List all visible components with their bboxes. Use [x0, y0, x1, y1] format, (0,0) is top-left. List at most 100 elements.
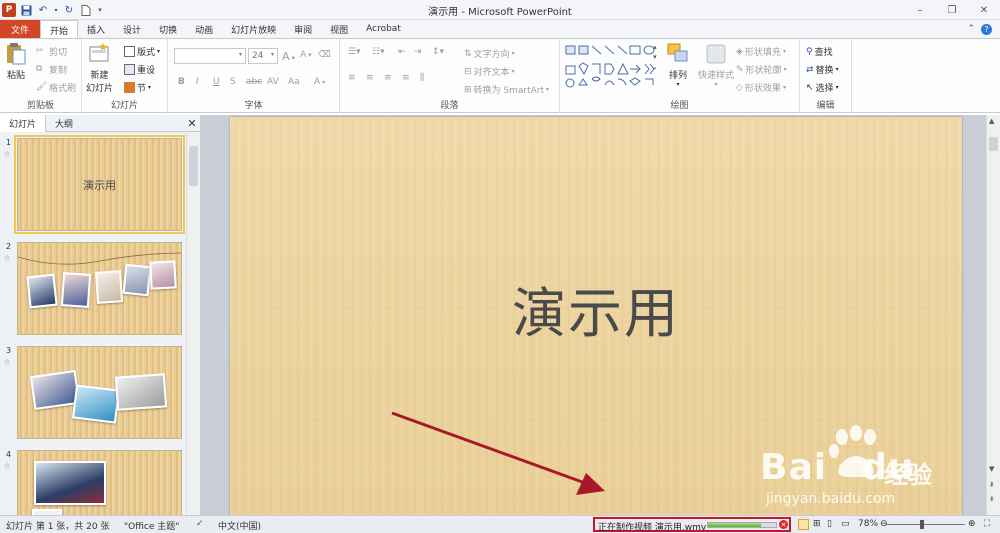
- zoom-slider-thumb[interactable]: [920, 520, 924, 529]
- layout-button[interactable]: 版式 ▾: [124, 45, 160, 58]
- close-button[interactable]: ✕: [968, 0, 1000, 20]
- align-center-icon[interactable]: ≡: [366, 73, 374, 83]
- tab-insert[interactable]: 插入: [78, 20, 114, 38]
- slideshow-view-icon[interactable]: ▭: [841, 519, 850, 529]
- align-text-icon: ⊟: [464, 66, 472, 77]
- text-direction-button[interactable]: ⇅ 文字方向 ▾: [464, 47, 515, 61]
- replace-button[interactable]: ⇄ 替换 ▾: [806, 63, 839, 77]
- close-pane-icon[interactable]: ✕: [184, 115, 200, 131]
- copy-button[interactable]: ⧉ 复制: [36, 63, 67, 76]
- tab-view[interactable]: 视图: [321, 20, 357, 38]
- font-color-button[interactable]: A ▾: [314, 77, 325, 87]
- clipboard-group: 粘贴 ✂ 剪切 ⧉ 复制 🖌 格式刷 剪贴板: [0, 39, 82, 113]
- tab-animations[interactable]: 动画: [186, 20, 222, 38]
- zoom-level[interactable]: 78%: [858, 519, 878, 529]
- underline-button[interactable]: U: [213, 77, 220, 87]
- scrollbar-thumb[interactable]: [989, 137, 998, 151]
- scroll-down-icon[interactable]: ▼: [989, 465, 994, 473]
- restore-button[interactable]: ❐: [936, 0, 968, 20]
- italic-button[interactable]: I: [196, 77, 199, 87]
- arrange-button[interactable]: 排列 ▾: [666, 42, 690, 88]
- new-slide-button[interactable]: 新建 幻灯片: [86, 42, 113, 94]
- shape-outline-button[interactable]: ✎ 形状轮廓 ▾: [736, 63, 787, 77]
- tab-review[interactable]: 审阅: [285, 20, 321, 38]
- shape-fill-button[interactable]: ◈ 形状填充 ▾: [736, 45, 786, 59]
- tab-outline[interactable]: 大纲: [46, 115, 82, 132]
- reading-view-icon[interactable]: ▯: [827, 519, 832, 529]
- cut-button[interactable]: ✂ 剪切: [36, 45, 67, 58]
- font-size-select[interactable]: 24 ▾: [248, 48, 278, 64]
- char-spacing-button[interactable]: AV: [267, 77, 279, 87]
- zoom-slider[interactable]: [885, 524, 965, 525]
- cancel-export-icon[interactable]: ✕: [779, 520, 788, 529]
- zoom-in-icon[interactable]: ⊕: [968, 519, 976, 529]
- find-button[interactable]: ⚲ 查找: [806, 45, 833, 59]
- align-text-button[interactable]: ⊟ 对齐文本 ▾: [464, 65, 515, 79]
- shadow-button[interactable]: S: [230, 77, 236, 87]
- align-left-icon[interactable]: ≡: [348, 73, 356, 83]
- select-button[interactable]: ↖ 选择 ▾: [806, 81, 839, 95]
- shapes-scroll[interactable]: ▴ ▾ ⌄: [652, 43, 658, 71]
- paste-icon: [7, 43, 26, 65]
- minimize-button[interactable]: –: [904, 0, 936, 20]
- slide-thumbnail-2[interactable]: [17, 242, 182, 335]
- format-painter-button[interactable]: 🖌 格式刷: [36, 81, 76, 94]
- fit-to-window-icon[interactable]: ⛶: [984, 519, 990, 529]
- bullets-icon[interactable]: ☰▾: [348, 47, 361, 57]
- slide-thumbnail-3[interactable]: [17, 346, 182, 439]
- quick-styles-button[interactable]: 快速样式 ▾: [698, 42, 734, 88]
- tab-home[interactable]: 开始: [40, 20, 79, 39]
- slide-title[interactable]: 演示用: [230, 269, 962, 348]
- pen-icon: ✎: [736, 64, 744, 75]
- photo-icon: [149, 260, 177, 290]
- scrollbar-thumb[interactable]: [189, 146, 198, 186]
- decrease-indent-icon[interactable]: ⇤: [398, 47, 406, 57]
- normal-view-icon[interactable]: [798, 519, 809, 530]
- align-right-icon[interactable]: ≡: [384, 73, 392, 83]
- tab-slides[interactable]: 幻灯片: [0, 115, 47, 132]
- shape-effects-button[interactable]: ◇ 形状效果 ▾: [736, 81, 786, 95]
- minimize-ribbon-icon[interactable]: ⌃: [967, 24, 975, 34]
- next-slide-icon[interactable]: ⇟: [989, 495, 995, 503]
- columns-icon[interactable]: ⫼: [420, 73, 424, 83]
- change-case-button[interactable]: Aa: [288, 77, 300, 87]
- shapes-gallery[interactable]: [564, 43, 660, 89]
- spellcheck-icon[interactable]: ✓: [196, 519, 204, 529]
- increase-indent-icon[interactable]: ⇥: [414, 47, 422, 57]
- clear-formatting-icon[interactable]: ⌫: [318, 50, 331, 60]
- reset-button[interactable]: 重设: [124, 63, 155, 76]
- tab-slideshow[interactable]: 幻灯片放映: [222, 20, 285, 38]
- line-spacing-icon[interactable]: ↕▾: [432, 47, 444, 57]
- font-family-select[interactable]: ▾: [174, 48, 246, 64]
- cursor-icon: ↖: [806, 82, 814, 93]
- paste-button[interactable]: 粘贴: [4, 42, 28, 81]
- slide-sorter-icon[interactable]: ⊞: [813, 519, 821, 529]
- paste-label: 粘贴: [6, 71, 25, 81]
- scroll-up-icon[interactable]: ▲: [989, 117, 994, 125]
- help-icon[interactable]: ?: [981, 23, 992, 35]
- slide-thumbnail-4[interactable]: [17, 450, 182, 515]
- justify-icon[interactable]: ≡: [402, 73, 410, 83]
- slide-thumbnail-1[interactable]: 演示用: [14, 135, 185, 234]
- strikethrough-button[interactable]: abc: [246, 77, 262, 87]
- tab-design[interactable]: 设计: [114, 20, 150, 38]
- shrink-font-button[interactable]: A ▾: [300, 50, 312, 60]
- previous-slide-icon[interactable]: ⇞: [989, 481, 995, 489]
- tab-file[interactable]: 文件: [0, 20, 41, 38]
- tab-transitions[interactable]: 切换: [150, 20, 186, 38]
- language-indicator[interactable]: 中文(中国): [218, 519, 261, 532]
- editor-scrollbar[interactable]: ▲ ▼ ⇞ ⇟: [986, 115, 1000, 515]
- theme-name[interactable]: "Office 主题": [124, 519, 179, 532]
- section-button[interactable]: 节 ▾: [124, 81, 151, 94]
- tab-acrobat[interactable]: Acrobat: [357, 20, 410, 38]
- numbering-icon[interactable]: ☷▾: [372, 47, 385, 57]
- clipboard-group-label: 剪贴板: [26, 101, 54, 111]
- bold-button[interactable]: B: [178, 77, 185, 87]
- annotation-arrow-icon: [391, 411, 605, 495]
- editing-group-label: 编辑: [816, 101, 835, 111]
- powerpoint-window: P ↶ ▾ ↻ ▾ 演示用 - Microsoft PowerPoint – ❐…: [0, 0, 1000, 533]
- thumbnail-scrollbar[interactable]: [186, 132, 200, 515]
- paint-bucket-icon: ◈: [736, 46, 743, 57]
- grow-font-button[interactable]: A ▴: [282, 50, 295, 63]
- smartart-button[interactable]: ⊞ 转换为 SmartArt ▾: [464, 83, 549, 97]
